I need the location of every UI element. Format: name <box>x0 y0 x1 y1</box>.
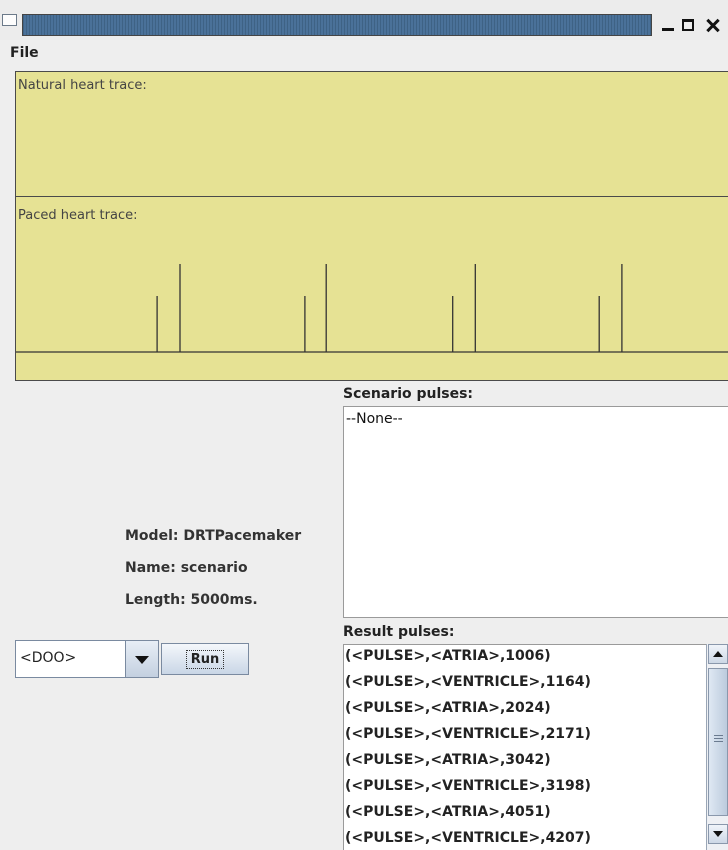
scroll-up-icon[interactable] <box>708 644 728 664</box>
app-window: File Natural heart trace: Paced heart tr… <box>0 0 728 850</box>
list-item[interactable]: (<PULSE>,<VENTRICLE>,2171) <box>345 726 591 742</box>
trace-panel: Natural heart trace: Paced heart trace: <box>15 71 728 381</box>
list-item[interactable]: (<PULSE>,<ATRIA>,3042) <box>345 752 551 768</box>
paced-trace-plot <box>16 264 728 353</box>
result-scrollbar[interactable] <box>706 644 728 850</box>
chevron-down-icon[interactable] <box>125 641 158 677</box>
scrollbar-thumb[interactable] <box>708 668 728 816</box>
result-pulses-header: Result pulses: <box>343 624 455 640</box>
window-menu-icon[interactable] <box>2 14 17 26</box>
list-item[interactable]: --None-- <box>346 411 403 427</box>
mode-select-value: <DOO> <box>20 650 77 666</box>
name-info: Name: scenario <box>125 560 248 576</box>
list-item[interactable]: (<PULSE>,<ATRIA>,1006) <box>345 648 551 664</box>
title-strip[interactable] <box>22 14 652 36</box>
run-button[interactable]: Run <box>161 643 249 675</box>
list-item[interactable]: (<PULSE>,<VENTRICLE>,1164) <box>345 674 591 690</box>
scenario-pulses-header: Scenario pulses: <box>343 386 474 402</box>
result-pulses-list[interactable]: (<PULSE>,<ATRIA>,1006) (<PULSE>,<VENTRIC… <box>343 644 728 850</box>
list-item[interactable]: (<PULSE>,<VENTRICLE>,3198) <box>345 778 591 794</box>
scroll-down-icon[interactable] <box>708 824 728 844</box>
list-item[interactable]: (<PULSE>,<VENTRICLE>,4207) <box>345 830 591 846</box>
grip-icon <box>714 735 723 742</box>
scenario-pulses-list[interactable]: --None-- <box>343 406 728 618</box>
menu-bar: File <box>0 40 728 67</box>
list-item[interactable]: (<PULSE>,<ATRIA>,2024) <box>345 700 551 716</box>
title-bar[interactable] <box>0 0 728 40</box>
mode-select[interactable]: <DOO> <box>15 640 159 678</box>
minimize-icon[interactable] <box>662 14 676 34</box>
model-info: Model: DRTPacemaker <box>125 528 302 544</box>
list-item[interactable]: (<PULSE>,<ATRIA>,4051) <box>345 804 551 820</box>
length-info: Length: 5000ms. <box>125 592 258 608</box>
menu-file[interactable]: File <box>10 45 39 61</box>
close-icon[interactable] <box>702 14 728 34</box>
result-rows: (<PULSE>,<ATRIA>,1006) (<PULSE>,<VENTRIC… <box>344 645 706 850</box>
run-button-label: Run <box>185 649 225 669</box>
maximize-icon[interactable] <box>682 14 696 34</box>
